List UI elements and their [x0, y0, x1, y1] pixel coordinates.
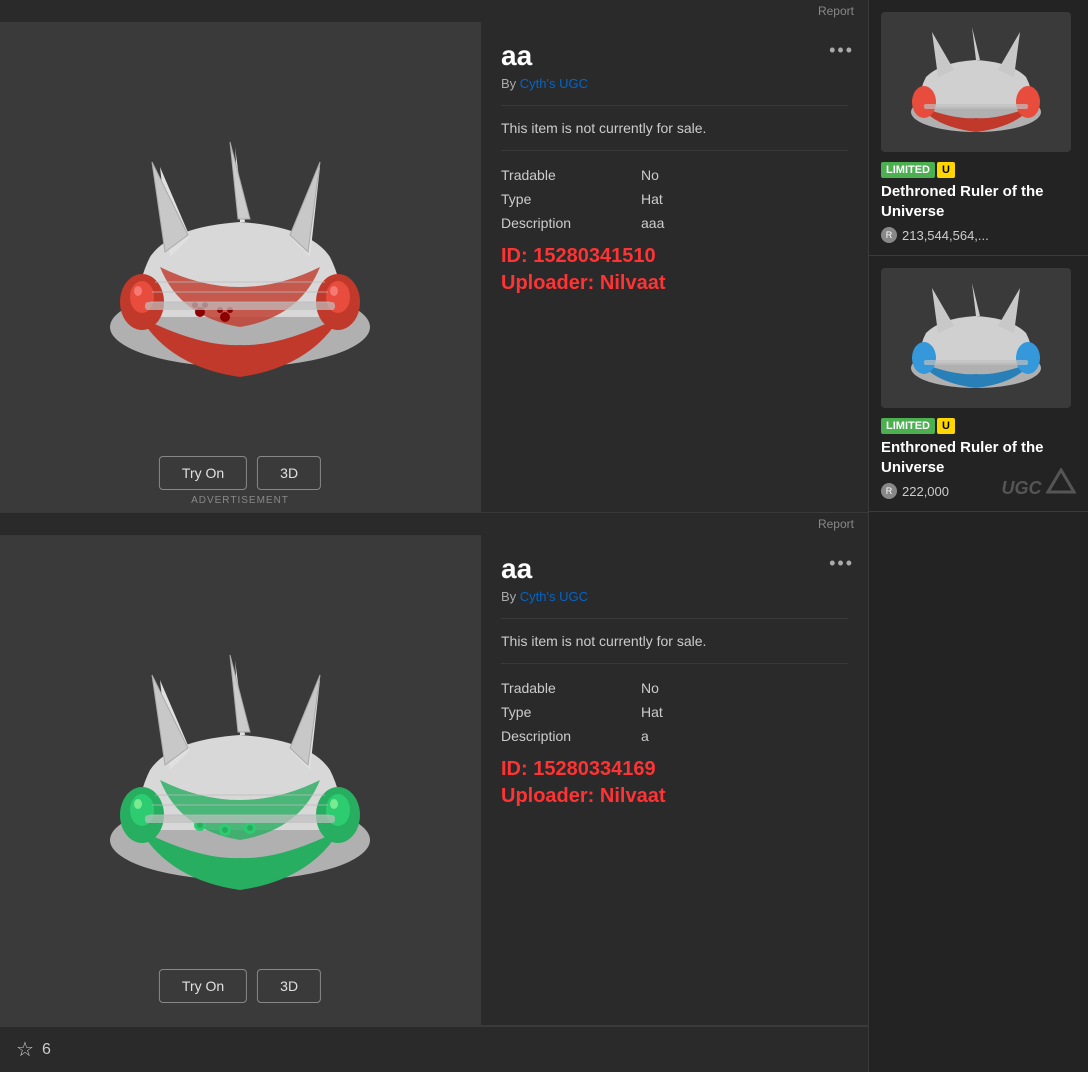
type-label-2: Type [501, 704, 641, 720]
advertisement-label-1: ADVERTISEMENT [191, 495, 289, 506]
report-link-top-2[interactable]: Report [0, 513, 868, 535]
hat-image-1 [80, 107, 400, 427]
item-card-2: Try On 3D ••• aa By Cyth's UGC This item… [0, 535, 868, 1026]
item-preview-1: Try On 3D ADVERTISEMENT [0, 22, 480, 512]
side-item-img-1 [881, 12, 1071, 152]
item-preview-2: Try On 3D [0, 535, 480, 1025]
tradable-value-1: No [641, 167, 659, 183]
unique-badge-1: U [937, 162, 955, 178]
item-creator-2: By Cyth's UGC [501, 589, 848, 619]
item-uploader-1: Uploader: Nilvaat [501, 272, 848, 295]
description-row-1: Description aaa [501, 215, 848, 231]
side-panel: LIMITED U Dethroned Ruler of the Univers… [868, 0, 1088, 1072]
more-options-btn-2[interactable]: ••• [829, 553, 854, 574]
more-options-btn-1[interactable]: ••• [829, 40, 854, 61]
favorite-star-icon[interactable]: ☆ [16, 1037, 34, 1062]
side-item-img-2 [881, 268, 1071, 408]
item-id-2: ID: 15280334169 [501, 758, 848, 781]
item-actions-2: Try On 3D [159, 969, 321, 1003]
description-row-2: Description a [501, 728, 848, 744]
type-row-1: Type Hat [501, 191, 848, 207]
price-value-2: 222,000 [902, 484, 949, 499]
type-value-2: Hat [641, 704, 663, 720]
item-uploader-2: Uploader: Nilvaat [501, 785, 848, 808]
hat-image-2 [80, 620, 400, 940]
limited-text-2: LIMITED [881, 418, 935, 434]
item-title-2: aa [501, 553, 848, 585]
creator-link-1[interactable]: Cyth's UGC [520, 76, 588, 91]
robux-icon-2: R [881, 483, 897, 499]
limited-badge-1: LIMITED U [881, 162, 955, 178]
try-on-button-1[interactable]: Try On [159, 456, 247, 490]
item-info-2: ••• aa By Cyth's UGC This item is not cu… [480, 535, 868, 1025]
try-on-button-2[interactable]: Try On [159, 969, 247, 1003]
item-details-1: Tradable No Type Hat Description aaa [501, 167, 848, 231]
limited-badge-2: LIMITED U [881, 418, 955, 434]
type-value-1: Hat [641, 191, 663, 207]
favorite-count: 6 [42, 1041, 51, 1059]
item-info-1: ••• aa By Cyth's UGC This item is not cu… [480, 22, 868, 512]
side-item-2[interactable]: LIMITED U Enthroned Ruler of the Univers… [869, 256, 1088, 512]
robux-icon-1: R [881, 227, 897, 243]
description-value-2: a [641, 728, 649, 744]
item-actions-1: Try On 3D [159, 456, 321, 490]
creator-link-2[interactable]: Cyth's UGC [520, 589, 588, 604]
description-label-2: Description [501, 728, 641, 744]
description-label-1: Description [501, 215, 641, 231]
limited-text-1: LIMITED [881, 162, 935, 178]
tradable-label-2: Tradable [501, 680, 641, 696]
item-id-1: ID: 15280341510 [501, 245, 848, 268]
ugc-triangle-icon [1046, 468, 1076, 494]
tradable-row-1: Tradable No [501, 167, 848, 183]
tradable-row-2: Tradable No [501, 680, 848, 696]
report-text-2: Report [818, 517, 854, 531]
description-value-1: aaa [641, 215, 664, 231]
item-details-2: Tradable No Type Hat Description a [501, 680, 848, 744]
side-item-1[interactable]: LIMITED U Dethroned Ruler of the Univers… [869, 0, 1088, 256]
side-hat-svg-2 [896, 278, 1056, 398]
side-item-name-1: Dethroned Ruler of the Universe [881, 182, 1076, 221]
price-value-1: 213,544,564,... [902, 228, 989, 243]
item-title-1: aa [501, 40, 848, 72]
ugc-logo: UGC [1002, 468, 1076, 499]
side-hat-svg-1 [896, 22, 1056, 142]
ugc-text: UGC [1002, 478, 1042, 498]
report-link-top[interactable]: Report [0, 0, 868, 22]
3d-button-2[interactable]: 3D [257, 969, 321, 1003]
item-card-1: Try On 3D ADVERTISEMENT ••• aa By Cyth's… [0, 22, 868, 513]
sale-status-1: This item is not currently for sale. [501, 120, 848, 151]
type-row-2: Type Hat [501, 704, 848, 720]
side-item-price-1: R 213,544,564,... [881, 227, 1076, 243]
tradable-label-1: Tradable [501, 167, 641, 183]
type-label-1: Type [501, 191, 641, 207]
3d-button-1[interactable]: 3D [257, 456, 321, 490]
item-creator-1: By Cyth's UGC [501, 76, 848, 106]
unique-badge-2: U [937, 418, 955, 434]
sale-status-2: This item is not currently for sale. [501, 633, 848, 664]
tradable-value-2: No [641, 680, 659, 696]
report-text-1: Report [818, 4, 854, 18]
